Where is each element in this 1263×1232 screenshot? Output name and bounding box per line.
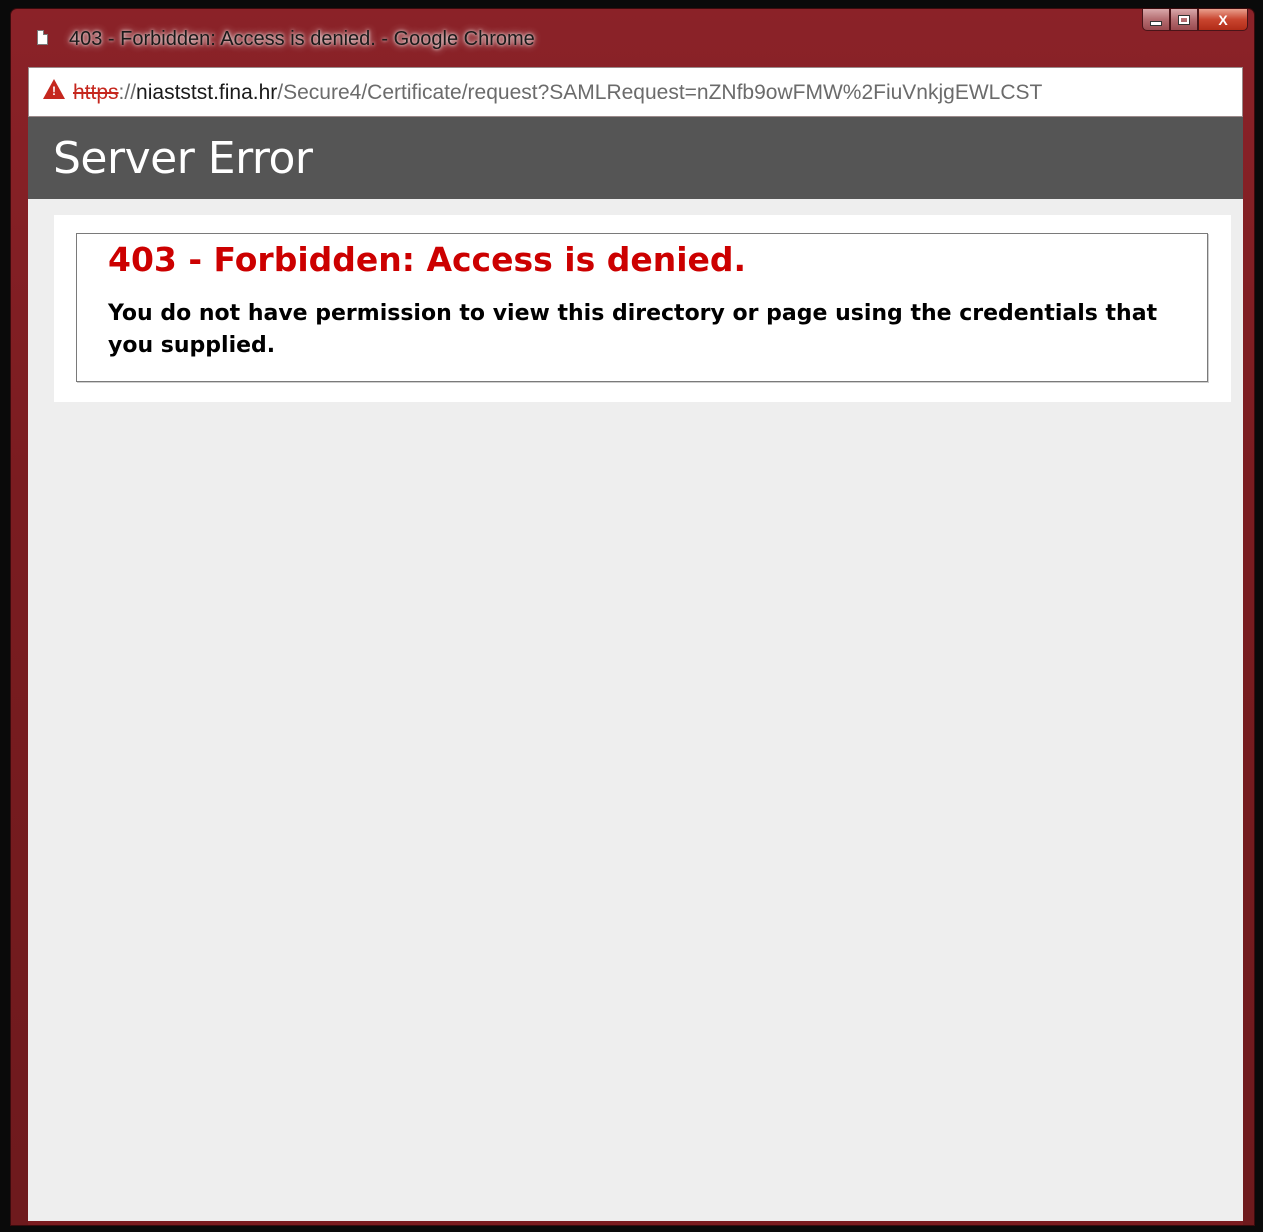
close-button[interactable]: X <box>1198 9 1248 31</box>
url-separator: :// <box>118 81 137 104</box>
page-icon <box>37 30 48 45</box>
url-path: /Secure4/Certificate/request?SAMLRequest… <box>277 81 1043 104</box>
url-scheme: https <box>73 81 119 104</box>
minimize-button[interactable] <box>1142 9 1170 31</box>
page-title: Server Error <box>53 132 313 184</box>
url-text[interactable]: https://niaststst.fina.hr/Secure4/Certif… <box>73 81 1042 105</box>
browser-window: 403 - Forbidden: Access is denied. - Goo… <box>10 8 1255 1226</box>
error-message: You do not have permission to view this … <box>108 301 1158 358</box>
window-title: 403 - Forbidden: Access is denied. - Goo… <box>69 28 535 50</box>
maximize-button[interactable] <box>1170 9 1198 31</box>
address-bar[interactable]: https://niaststst.fina.hr/Secure4/Certif… <box>28 67 1243 117</box>
url-host: niaststst.fina.hr <box>136 81 278 104</box>
error-box: 403 - Forbidden: Access is denied. You d… <box>76 233 1208 382</box>
page-viewport: Server Error 403 - Forbidden: Access is … <box>28 117 1243 1221</box>
close-icon: X <box>1218 11 1228 28</box>
page-header: Server Error <box>28 117 1243 199</box>
window-controls: X <box>1142 9 1248 35</box>
title-bar[interactable]: 403 - Forbidden: Access is denied. - Goo… <box>11 9 1254 65</box>
error-heading: 403 - Forbidden: Access is denied. <box>108 240 747 279</box>
window-bottom-border <box>28 1221 1243 1225</box>
security-warning-icon[interactable] <box>43 79 65 99</box>
content-area: 403 - Forbidden: Access is denied. You d… <box>54 215 1231 402</box>
minimize-icon <box>1150 21 1162 26</box>
maximize-icon <box>1178 14 1190 25</box>
